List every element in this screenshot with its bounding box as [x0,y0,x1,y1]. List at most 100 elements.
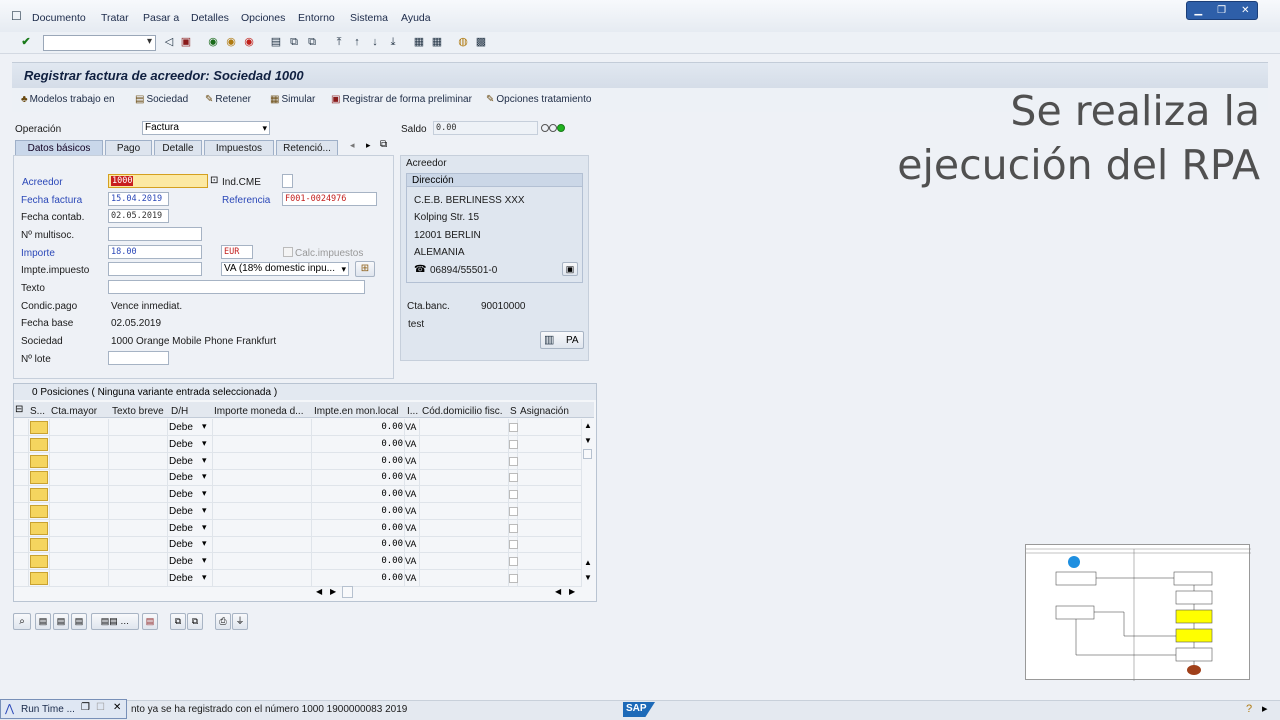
shortcut-icon[interactable]: ▦ [429,34,445,50]
table-cell[interactable] [109,502,168,520]
table-cell[interactable] [420,486,509,503]
texto-field[interactable] [108,280,365,294]
dropdown-arrow-icon[interactable]: ▾ [202,555,207,566]
layout-menu-icon[interactable]: ▩ [473,34,489,50]
table-cell[interactable] [50,519,109,537]
table-cell[interactable] [518,486,582,503]
table-row[interactable]: Debe ▾ 0.00 VA [14,469,582,487]
col-cod-domicilio[interactable]: Cód.domicilio fisc. [422,406,503,417]
menu-sistema[interactable]: Sistema [350,12,388,24]
dh-select[interactable]: Debe [169,489,193,500]
row-checkbox[interactable] [509,540,518,550]
sociedad-button[interactable]: ▤ Sociedad [135,94,188,105]
opciones-tratamiento-button[interactable]: ✎ Opciones tratamiento [486,94,591,105]
table-cell[interactable] [420,519,509,537]
vertical-scroll-thumb[interactable] [583,449,592,459]
last-page-icon[interactable]: ⤓ [385,34,401,50]
local-amount-cell[interactable]: 0.00 [312,456,403,466]
dropdown-arrow-icon[interactable]: ▾ [202,488,207,499]
table-cell[interactable] [50,553,109,570]
close-icon[interactable]: ✕ [1241,5,1249,16]
table-cell[interactable] [50,502,109,520]
menu-ayuda[interactable]: Ayuda [401,12,431,24]
table-cell[interactable] [14,486,29,503]
help-status-icon[interactable]: ? [1246,703,1252,715]
menu-detalles[interactable]: Detalles [191,12,229,24]
table-cell[interactable] [213,569,312,587]
scroll-left-end-icon[interactable]: ◀ [555,587,561,596]
local-amount-cell[interactable]: 0.00 [312,506,403,516]
scroll-up-icon[interactable]: ▲ [584,421,592,430]
table-cell[interactable] [420,419,509,436]
scroll-down-icon[interactable]: ▼ [584,436,592,445]
fecha-contab-field[interactable]: 02.05.2019 [108,209,169,223]
system-menu-icon[interactable]: ☐ [11,9,22,23]
tax-code-cell[interactable]: VA [405,422,416,432]
table-row[interactable]: Debe ▾ 0.00 VA [14,435,582,453]
local-amount-cell[interactable]: 0.00 [312,439,403,449]
first-page-icon[interactable]: ⤒ [331,34,347,50]
menu-entorno[interactable]: Entorno [298,12,335,24]
table-cell[interactable] [213,553,312,570]
operacion-select[interactable]: Factura [142,121,270,135]
currency-field[interactable]: EUR [221,245,253,259]
status-menu-icon[interactable]: ▸ [1262,702,1268,715]
total-icon[interactable]: ▤ [142,613,158,630]
table-cell[interactable] [518,536,582,554]
table-row[interactable]: Debe ▾ 0.00 VA [14,536,582,554]
row-selector[interactable] [30,454,48,468]
modelos-button[interactable]: ♣ Modelos trabajo en [21,94,115,105]
table-cell[interactable] [50,469,109,487]
table-cell[interactable] [14,553,29,570]
row-checkbox[interactable] [509,523,518,533]
row-checkbox[interactable] [509,473,518,483]
table-row[interactable]: Debe ▾ 0.00 VA [14,419,582,436]
tax-code-cell[interactable]: VA [405,523,416,533]
row-selector[interactable] [30,471,48,485]
table-cell[interactable] [50,569,109,587]
minimize-icon[interactable]: ▁ [1194,5,1202,16]
table-cell[interactable] [14,519,29,537]
col-impte-local[interactable]: Impte.en mon.local [314,406,399,417]
table-cell[interactable] [518,553,582,570]
table-cell[interactable] [420,435,509,453]
save-icon[interactable]: ▣ [178,34,194,50]
table-cell[interactable] [109,486,168,503]
sort-menu-icon[interactable]: ▤▤ … [91,613,139,630]
row-selector[interactable] [30,421,48,434]
table-cell[interactable] [109,469,168,487]
table-cell[interactable] [50,452,109,470]
retener-button[interactable]: ✎ Retener [205,94,251,105]
scroll-up-bottom-icon[interactable]: ▲ [584,558,592,567]
restore-icon[interactable]: ❐ [1217,5,1226,16]
preliminar-button[interactable]: ▣ Registrar de forma preliminar [331,94,472,105]
table-cell[interactable] [50,419,109,436]
row-selector[interactable] [30,555,48,568]
dh-select[interactable]: Debe [169,439,193,450]
col-asignacion[interactable]: Asignación [520,406,569,417]
table-cell[interactable] [420,569,509,587]
row-selector[interactable] [30,488,48,501]
fecha-factura-field[interactable]: 15.04.2019 [108,192,169,206]
tab-datos-basicos[interactable]: Datos básicos [15,140,103,156]
tax-code-cell[interactable]: VA [405,489,416,499]
multisoc-field[interactable] [108,227,202,241]
runtime-restore-icon[interactable]: ❐ [81,702,90,713]
tax-code-cell[interactable]: VA [405,506,416,516]
paste-icon[interactable]: ⧉ [187,613,203,630]
tax-code-cell[interactable]: VA [405,573,416,583]
dh-select[interactable]: Debe [169,422,193,433]
table-cell[interactable] [109,519,168,537]
table-cell[interactable] [213,435,312,453]
tax-code-cell[interactable]: VA [405,556,416,566]
runtime-maximize-icon[interactable]: ☐ [96,702,105,713]
col-dh[interactable]: D/H [171,406,188,417]
dropdown-arrow-icon[interactable]: ▾ [202,438,207,449]
tab-pago[interactable]: Pago [105,140,152,156]
row-selector[interactable] [30,538,48,552]
row-checkbox[interactable] [509,557,518,566]
cancel-icon[interactable]: ◉ [241,34,257,50]
table-cell[interactable] [518,452,582,470]
detail-icon[interactable]: ⌕ [13,613,31,630]
address-detail-icon[interactable]: ▣ [562,262,578,276]
